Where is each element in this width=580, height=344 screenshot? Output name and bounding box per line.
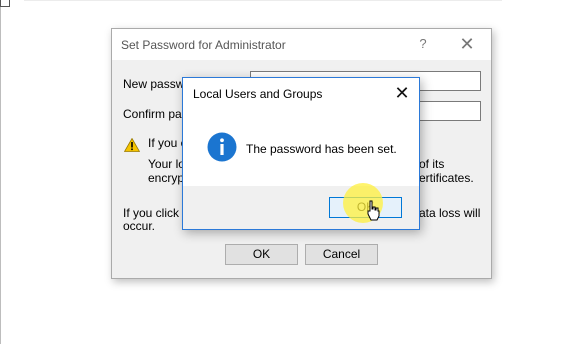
warning-text-line1: If you c bbox=[148, 136, 187, 150]
data-loss-text-line2: occur. bbox=[123, 219, 156, 233]
close-button[interactable]: ✕ bbox=[454, 34, 480, 54]
help-button[interactable]: ? bbox=[412, 36, 434, 52]
top-left-window-fragment bbox=[0, 0, 10, 7]
data-loss-text-line1: If you click C bbox=[123, 206, 192, 220]
message-box: Local Users and Groups ✕ The password ha… bbox=[182, 77, 420, 230]
warning-text-tail2: of its bbox=[419, 157, 445, 171]
info-icon bbox=[207, 132, 237, 162]
data-loss-text-tail1: ata loss will bbox=[419, 206, 481, 220]
message-text: The password has been set. bbox=[246, 142, 397, 156]
warning-text-tail3: ertificates. bbox=[419, 171, 474, 185]
page-left-edge bbox=[0, 0, 1, 344]
message-box-title: Local Users and Groups bbox=[193, 87, 323, 101]
warning-icon bbox=[124, 138, 140, 152]
hand-cursor-icon bbox=[367, 200, 380, 221]
ok-button[interactable]: OK bbox=[225, 244, 298, 265]
top-edge-line bbox=[24, 0, 502, 1]
dialog-title: Set Password for Administrator bbox=[121, 38, 286, 52]
dialog-titlebar: Set Password for Administrator ? ✕ bbox=[112, 29, 491, 60]
message-box-footer: OK bbox=[183, 186, 419, 229]
cancel-button[interactable]: Cancel bbox=[305, 244, 378, 265]
message-box-close-button[interactable]: ✕ bbox=[389, 82, 415, 104]
new-password-label: New passwo bbox=[123, 77, 192, 91]
